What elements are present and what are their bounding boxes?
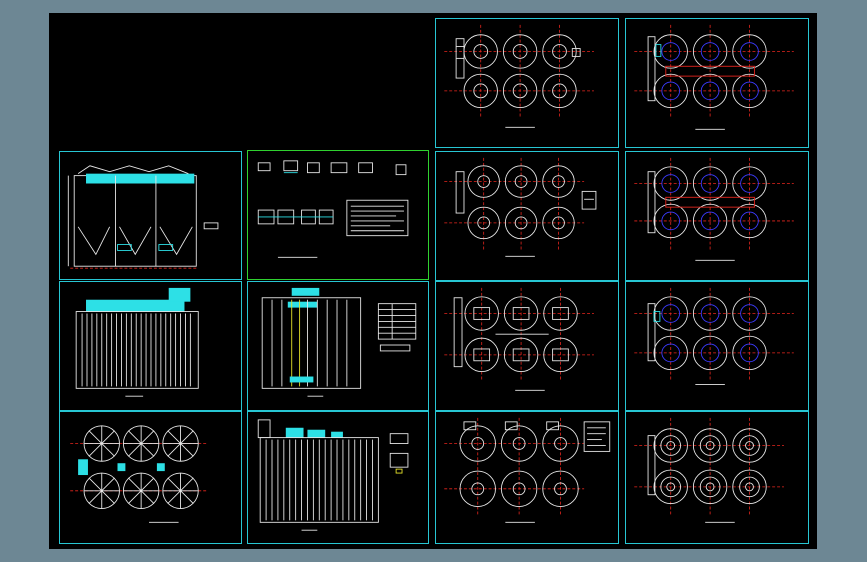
drawing-canvas[interactable] — [49, 13, 817, 549]
spoke-plan-drawing — [70, 425, 209, 523]
bag-section-drawing — [261, 287, 417, 397]
tank-plan-drawing — [444, 417, 611, 523]
sheet-bag-elevation-2[interactable] — [247, 411, 429, 544]
sheet-bag-section-table[interactable] — [247, 281, 429, 411]
details-drawing — [257, 160, 409, 258]
sheet-tank-plan-8[interactable] — [625, 411, 809, 544]
sheet-tank-plan-7[interactable] — [435, 411, 619, 544]
sheet-tank-plan-5[interactable] — [435, 281, 619, 411]
sheet-tank-plan-4[interactable] — [625, 151, 809, 281]
hopper-section-drawing — [67, 165, 219, 269]
tank-plan-drawing — [444, 157, 597, 257]
tank-plan-drawing — [444, 24, 594, 128]
bag-elevation-drawing — [257, 419, 409, 531]
sheet-spoke-plan[interactable] — [59, 411, 242, 544]
sheet-hopper-section[interactable] — [59, 151, 242, 280]
tank-plan-drawing — [634, 24, 794, 130]
sheet-bag-elevation-1[interactable] — [59, 281, 242, 411]
sheet-tank-plan-2[interactable] — [625, 18, 809, 148]
tank-plan-drawing — [444, 287, 594, 391]
sheet-tank-plan-1[interactable] — [435, 18, 619, 148]
sheet-details[interactable] — [247, 150, 429, 280]
tank-plan-drawing — [634, 157, 794, 261]
sheet-tank-plan-3[interactable] — [435, 151, 619, 281]
sheet-tank-plan-6[interactable] — [625, 281, 809, 411]
bag-elevation-drawing — [75, 287, 199, 397]
tank-plan-drawing — [634, 287, 794, 385]
tank-plan-drawing — [634, 417, 784, 523]
